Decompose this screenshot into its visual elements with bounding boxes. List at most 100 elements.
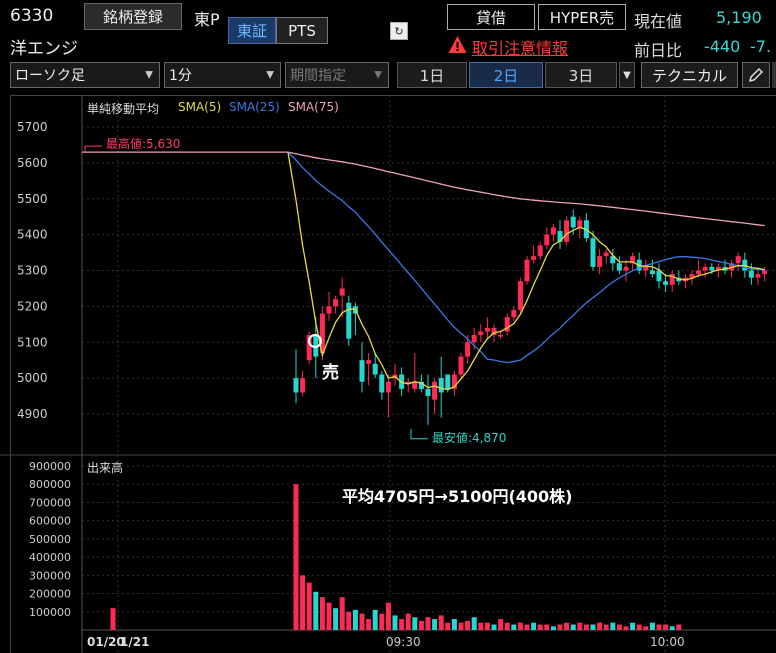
volume-tick-label: 500000 [29, 533, 71, 546]
sell-marker-label: 売 [322, 363, 339, 383]
volume-tick-label: 600000 [29, 515, 71, 528]
chevron-down-icon: ▼ [374, 69, 382, 81]
candle-body [366, 360, 372, 364]
candle-body [663, 281, 669, 285]
volume-bar [597, 622, 603, 630]
volume-tick-label: 300000 [29, 569, 71, 582]
tab-tosho[interactable]: 東証 [228, 17, 276, 44]
volume-bar [504, 622, 510, 630]
company-name: 洋エンジ [10, 39, 78, 59]
volume-bar [491, 624, 497, 630]
candle-body [293, 378, 299, 393]
candle-body [696, 270, 702, 275]
volume-bar [550, 626, 556, 630]
volume-bar [313, 591, 319, 630]
volume-bar [300, 575, 306, 630]
change-label: 前日比 [634, 41, 683, 60]
volume-bar [524, 624, 530, 630]
candle-body [326, 306, 332, 314]
price-change-pct: -7. [750, 37, 772, 56]
price-tick-label: 5300 [17, 264, 48, 278]
pencil-icon[interactable] [742, 62, 770, 88]
candle-body [531, 256, 537, 260]
candle-body [471, 335, 477, 343]
candle-body [498, 335, 504, 337]
volume-bar [412, 617, 418, 630]
chart-type-select[interactable]: ローソク足 ▼ [10, 62, 160, 88]
current-price: 5,190 [716, 8, 762, 27]
candle-body [616, 263, 622, 271]
volume-bar [643, 626, 649, 630]
candle-body [425, 388, 431, 397]
hyper-sell-button[interactable]: HYPER売 [538, 4, 626, 30]
range-1day[interactable]: 1日 [397, 62, 467, 88]
legend-sma75: SMA(75) [288, 100, 339, 114]
candle-body [511, 309, 517, 318]
range-2day[interactable]: 2日 [469, 62, 543, 88]
candle-body [603, 252, 609, 257]
legend-title: 単純移動平均 [87, 102, 160, 116]
volume-bar [405, 613, 411, 630]
register-button[interactable]: 銘柄登録 [84, 3, 182, 30]
market-prefix: 東P [194, 10, 220, 29]
candle-body [333, 299, 339, 307]
price-tick-label: 5600 [17, 156, 48, 170]
volume-bar [577, 622, 583, 630]
candle-body [564, 220, 570, 242]
price-tick-label: 5000 [17, 371, 48, 385]
price-chart[interactable]: 5700 5600 5500 5400 5300 5200 5100 5000 4900 9000… [0, 95, 776, 653]
technical-button[interactable]: テクニカル [641, 62, 738, 88]
stock-code: 6330 [10, 6, 54, 26]
volume-bar [352, 609, 358, 630]
volume-bar [458, 622, 464, 630]
volume-label: 出来高 [87, 461, 124, 475]
price-label: 現在値 [634, 12, 683, 31]
candle-body [570, 216, 576, 228]
candle-body [537, 245, 543, 257]
volume-bar [319, 597, 325, 630]
volume-bar [649, 622, 655, 630]
candle-body [735, 256, 741, 264]
volume-bar [379, 613, 385, 630]
refresh-icon[interactable]: ↻ [390, 22, 408, 40]
volume-bar [366, 619, 372, 630]
chevron-down-icon: ▼ [145, 69, 153, 81]
volume-bar [583, 624, 589, 630]
candle-body [300, 378, 306, 393]
range-more-button[interactable]: ▼ [619, 62, 635, 88]
volume-bar [425, 617, 431, 630]
period-select[interactable]: 期間指定 ▼ [285, 62, 389, 88]
lend-button[interactable]: 貸借 [447, 4, 535, 30]
average-price-note: 平均4705円→5100円(400株) [342, 487, 573, 506]
volume-bar [663, 624, 669, 630]
price-tick-label: 5700 [17, 120, 48, 134]
candle-body [465, 342, 471, 357]
candle-body [590, 238, 596, 267]
candle-body [339, 288, 345, 296]
volume-bar [110, 608, 116, 630]
volume-bar [372, 609, 378, 630]
volume-bar [392, 615, 398, 630]
range-3day[interactable]: 3日 [545, 62, 617, 88]
volume-tick-label: 200000 [29, 588, 71, 601]
volume-tick-label: 900000 [29, 460, 71, 473]
volume-bar [517, 622, 523, 630]
candle-body [438, 378, 444, 393]
volume-bar [293, 484, 299, 630]
tool-edge [772, 62, 776, 88]
tab-pts[interactable]: PTS [276, 17, 328, 44]
volume-bar [531, 622, 537, 630]
candle-body [550, 227, 556, 235]
candle-body [385, 381, 391, 393]
candle-body [458, 356, 464, 375]
warning-icon[interactable]: ! [448, 35, 467, 54]
trading-notice-link[interactable]: 取引注意情報 [472, 35, 568, 59]
candle-body [544, 234, 550, 246]
volume-bar [636, 624, 642, 630]
candle-body [432, 381, 438, 400]
interval-select[interactable]: 1分 ▼ [164, 62, 281, 88]
volume-bar [590, 624, 596, 630]
volume-bar [438, 615, 444, 630]
volume-bar [511, 624, 517, 630]
volume-bar [478, 622, 484, 630]
